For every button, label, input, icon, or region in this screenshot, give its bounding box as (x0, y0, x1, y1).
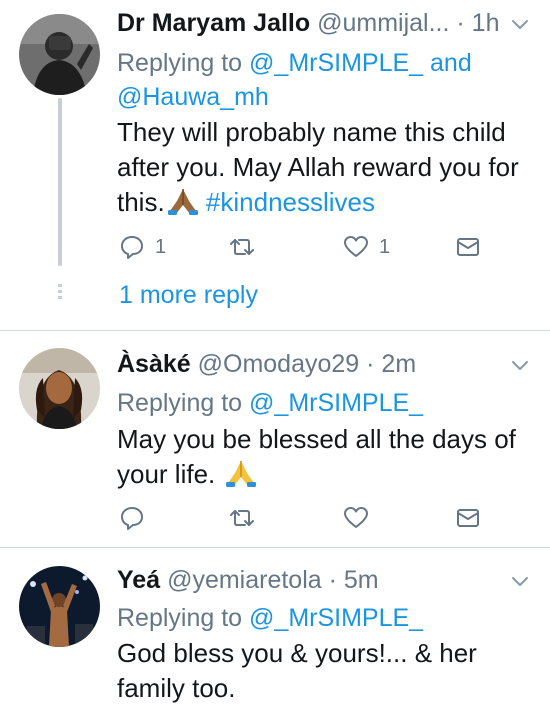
dm-button[interactable] (455, 503, 481, 533)
like-button[interactable] (343, 503, 369, 533)
heart-icon (344, 507, 368, 528)
text-line: They will probably name this child (117, 117, 506, 147)
chevron-down-icon[interactable] (508, 569, 532, 593)
reply-icon (121, 507, 143, 530)
timestamp[interactable]: · 2m (366, 350, 416, 378)
text-line: God bless you & yours!... & her (117, 638, 477, 668)
tweet-text: They will probably name this child after… (117, 115, 534, 220)
reply-button[interactable]: 1 (119, 232, 166, 262)
retweet-icon (230, 239, 254, 255)
reply-button[interactable] (119, 503, 145, 533)
avatar[interactable] (19, 566, 100, 647)
reply-icon (121, 236, 143, 259)
user-handle[interactable]: @Omodayo29 (198, 350, 360, 378)
envelope-icon (457, 238, 479, 256)
text-line: your life. (117, 457, 534, 492)
chevron-down-icon[interactable] (508, 353, 532, 377)
text-line: after you. May Allah reward you for (117, 152, 519, 182)
replying-prefix: Replying to (117, 604, 250, 632)
tweet-header: Yeá @yemiaretola · 5m (117, 565, 510, 595)
thread-line (58, 98, 62, 266)
tweet-1[interactable]: Dr Maryam Jallo @ummijal... · 1h Replyin… (0, 0, 550, 330)
tweet-text: God bless you & yours!... & her family t… (117, 636, 534, 706)
tweet-actions: 1 1 (117, 232, 497, 262)
tweet-header: Dr Maryam Jallo @ummijal... · 1h (117, 8, 510, 38)
text-fragment: this. (117, 187, 165, 217)
timestamp[interactable]: · 1h (456, 9, 499, 37)
replying-handles[interactable]: @_MrSIMPLE_ and (249, 49, 472, 77)
replying-to: Replying to @_MrSIMPLE_ (117, 601, 530, 635)
replying-handles[interactable]: @_MrSIMPLE_ (249, 389, 423, 417)
tweet-header: Àsàké @Omodayo29 · 2m (117, 349, 510, 379)
replying-handles-2[interactable]: @Hauwa_mh (117, 83, 269, 111)
chevron-down-icon[interactable] (508, 12, 532, 36)
dm-button[interactable] (455, 232, 481, 262)
text-line: family too. (117, 673, 236, 703)
tweet-3[interactable]: Yeá @yemiaretola · 5m Replying to @_MrSI… (0, 548, 550, 703)
retweet-button[interactable] (229, 503, 255, 533)
display-name[interactable]: Àsàké (117, 350, 191, 378)
hashtag-link[interactable]: #kindnesslives (206, 187, 375, 217)
replying-to: Replying to @_MrSIMPLE_ (117, 386, 530, 420)
like-count: 1 (379, 235, 391, 258)
heart-icon (344, 236, 368, 257)
replying-handles[interactable]: @_MrSIMPLE_ (249, 604, 423, 632)
avatar[interactable] (19, 348, 100, 429)
retweet-icon (230, 510, 254, 526)
user-handle[interactable]: @ummijal... (317, 9, 449, 37)
text-line: May you be blessed all the days of (117, 424, 516, 454)
tweet-text: May you be blessed all the days of your … (117, 422, 534, 492)
display-name[interactable]: Yeá (117, 566, 160, 594)
retweet-button[interactable] (229, 232, 255, 262)
text-line: this. #kindnesslives (117, 185, 534, 220)
folded-hands-emoji (225, 461, 256, 487)
tweet-2[interactable]: Àsàké @Omodayo29 · 2m Replying to @_MrSI… (0, 331, 550, 547)
folded-hands-emoji (167, 189, 198, 215)
envelope-icon (457, 509, 479, 527)
display-name[interactable]: Dr Maryam Jallo (117, 9, 310, 37)
avatar[interactable] (19, 14, 100, 95)
replying-prefix: Replying to (117, 389, 250, 417)
user-handle[interactable]: @yemiaretola (167, 566, 322, 594)
text-fragment: your life. (117, 459, 216, 489)
reply-count: 1 (155, 235, 167, 258)
like-button[interactable]: 1 (343, 232, 390, 262)
replying-prefix: Replying to (117, 49, 250, 77)
thread-dots (58, 284, 62, 302)
tweet-actions (117, 503, 497, 533)
timestamp[interactable]: · 5m (329, 566, 379, 594)
replying-to: Replying to @_MrSIMPLE_ and @Hauwa_mh (117, 46, 530, 114)
more-replies-link[interactable]: 1 more reply (119, 280, 258, 310)
